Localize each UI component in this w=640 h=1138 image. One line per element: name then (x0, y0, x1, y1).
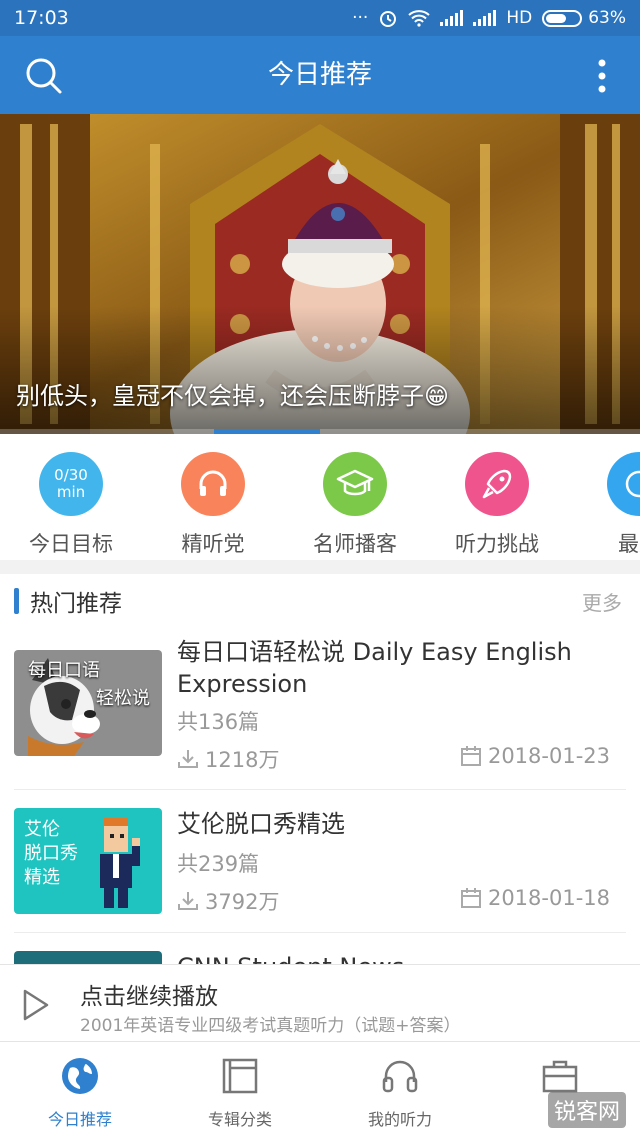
album-cover (14, 951, 162, 964)
bottom-tab-bar: 今日推荐 专辑分类 我的听力 (0, 1042, 640, 1138)
rocket-icon (465, 452, 529, 516)
recent-icon (607, 452, 640, 516)
tab-label: 我的听力 (367, 1110, 432, 1129)
section-divider (0, 560, 640, 574)
cover-text-3: 精选 (24, 867, 60, 888)
list-item[interactable]: 艾伦 脱口秀 精选 艾伦脱口秀精选 共239篇 3792万 2018-01-18 (0, 790, 640, 932)
item-plays: 1218万 (177, 744, 279, 774)
item-date-text: 2018-01-23 (487, 744, 610, 768)
signal-icon (440, 10, 464, 26)
more-vert-icon[interactable] (594, 58, 610, 94)
list-item[interactable]: CNN Student News (0, 933, 640, 964)
cover-text-2: 脱口秀 (24, 843, 78, 864)
tab-label: 今日推荐 (47, 1110, 112, 1129)
cover-text-1: 艾伦 (24, 819, 60, 840)
item-title: 每日口语轻松说 Daily Easy English Expression (177, 638, 572, 698)
item-date-text: 2018-01-18 (487, 886, 610, 910)
quick-item-recent[interactable]: 最近 (569, 452, 640, 558)
tab-albums[interactable]: 专辑分类 (160, 1042, 320, 1138)
tab-label: 专辑分类 (207, 1110, 272, 1129)
quick-item-teacher-podcast[interactable]: 名师播客 (285, 452, 425, 558)
banner-carousel[interactable]: 别低头，皇冠不仅会掉，还会压断脖子😁 (0, 114, 640, 434)
calendar-icon (460, 746, 481, 766)
battery-indicator: 63% (542, 8, 626, 28)
album-cover: 每日口语 轻松说 (14, 650, 162, 756)
quick-categories: 0/30 min 今日目标 精听党 名师播客 听力挑战 最近 (0, 434, 640, 560)
list-item[interactable]: 每日口语 轻松说 每日口语轻松说 Daily Easy English Expr… (0, 630, 640, 788)
calendar-icon (460, 888, 481, 908)
section-header: 热门推荐 更多 (0, 574, 640, 630)
item-play-count: 3792万 (205, 890, 280, 914)
quick-item-label: 听力挑战 (455, 532, 539, 556)
status-time: 17:03 (14, 7, 69, 29)
cover-text-1: 每日口语 (28, 660, 100, 681)
album-icon (222, 1058, 258, 1094)
headphones-icon (181, 452, 245, 516)
quick-item-goal[interactable]: 0/30 min 今日目标 (1, 452, 141, 558)
goal-progress: 0/30 (54, 466, 88, 484)
battery-icon (542, 9, 583, 27)
goal-unit: min (56, 483, 86, 501)
section-accent-bar (14, 588, 19, 614)
goal-icon: 0/30 min (39, 452, 103, 516)
play-icon[interactable] (22, 989, 50, 1021)
tab-today[interactable]: 今日推荐 (0, 1042, 160, 1138)
watermark: 锐客网 (547, 1092, 626, 1128)
mini-player[interactable]: 点击继续播放 2001年英语专业四级考试真题听力（试题+答案） (0, 964, 640, 1042)
item-play-count: 1218万 (205, 748, 280, 772)
more-link[interactable]: 更多 (582, 587, 622, 616)
item-episode-count: 共239篇 (177, 852, 260, 876)
wifi-icon (408, 10, 430, 27)
battery-percent: 63% (588, 8, 626, 28)
quick-item-label: 今日目标 (29, 532, 113, 556)
item-date: 2018-01-23 (460, 744, 610, 768)
quick-item-intensive-listening[interactable]: 精听党 (143, 452, 283, 558)
item-date: 2018-01-18 (460, 886, 610, 910)
album-cover: 艾伦 脱口秀 精选 (14, 808, 162, 914)
briefcase-icon (542, 1060, 578, 1093)
item-title: 艾伦脱口秀精选 (177, 810, 345, 838)
battery-fill (546, 13, 567, 23)
quick-item-label: 最近 (618, 532, 640, 556)
status-bar: 17:03 ··· HD 63% (0, 0, 640, 36)
headphones-icon (382, 1060, 418, 1093)
quick-item-listening-challenge[interactable]: 听力挑战 (427, 452, 567, 558)
notification-dots-icon: ··· (352, 8, 369, 28)
page-title: 今日推荐 (267, 60, 372, 90)
quick-item-label: 名师播客 (313, 532, 397, 556)
section-title: 热门推荐 (30, 591, 122, 617)
quick-item-label: 精听党 (181, 532, 245, 556)
banner-page-indicator (0, 429, 640, 434)
item-title: CNN Student News (177, 951, 614, 964)
player-subtitle: 2001年英语专业四级考试真题听力（试题+答案） (80, 1016, 461, 1036)
alarm-icon (380, 11, 397, 27)
network-type: HD (506, 8, 533, 28)
signal-icon-2 (473, 10, 497, 26)
cover-text-2: 轻松说 (96, 688, 150, 709)
tab-my-listening[interactable]: 我的听力 (320, 1042, 480, 1138)
item-episode-count: 共136篇 (177, 710, 260, 734)
host-illustration-icon (100, 818, 140, 908)
banner-caption: 别低头，皇冠不仅会掉，还会压断脖子😁 (16, 382, 450, 410)
app-bar: 今日推荐 (0, 36, 640, 114)
globe-icon (62, 1058, 98, 1094)
graduation-cap-icon (323, 452, 387, 516)
download-icon (178, 750, 198, 768)
item-plays: 3792万 (177, 886, 279, 916)
download-icon (178, 892, 198, 910)
player-title: 点击继续播放 (80, 984, 218, 1010)
status-icons: ··· HD 63% (352, 8, 626, 28)
